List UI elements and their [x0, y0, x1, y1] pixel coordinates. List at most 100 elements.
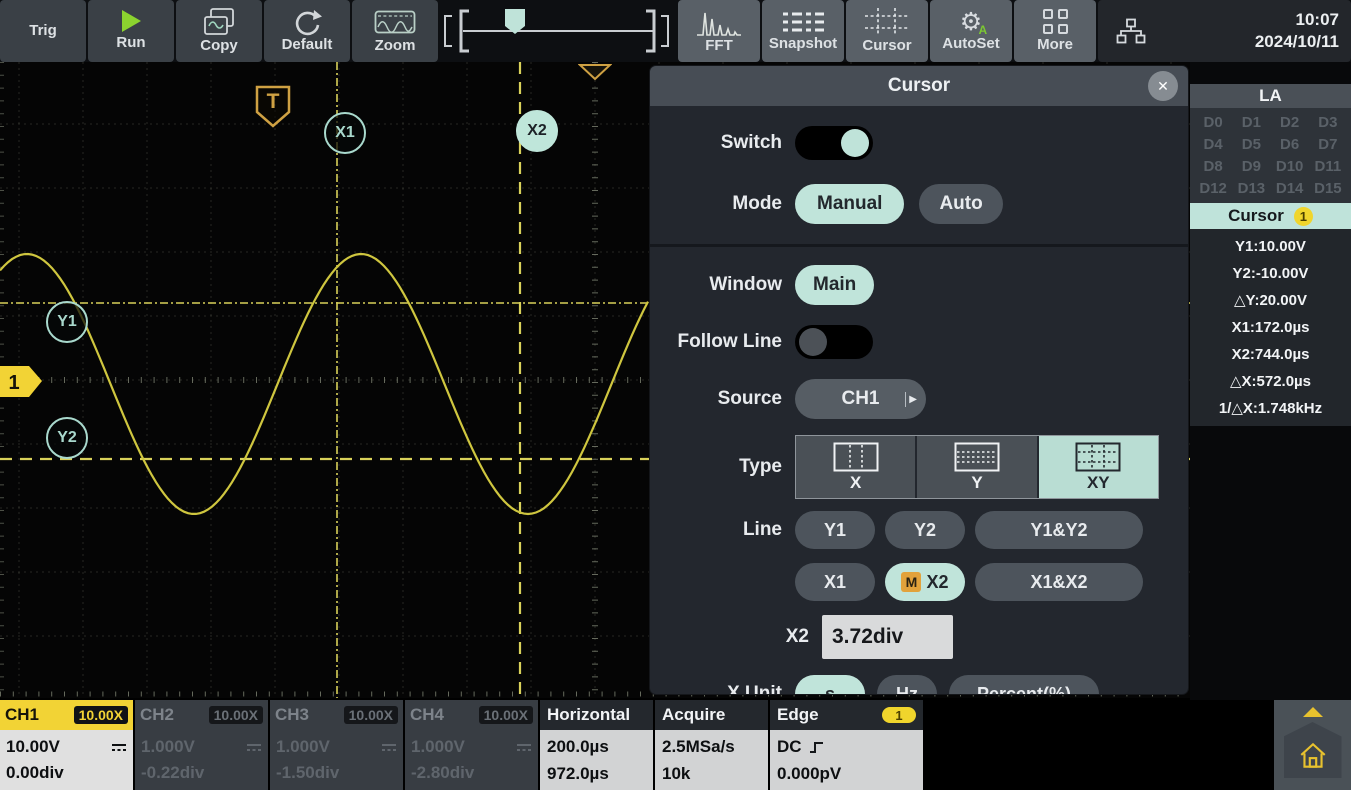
la-channel: D11 — [1309, 158, 1347, 175]
la-channel: D1 — [1232, 114, 1270, 131]
trigger-position-icon[interactable] — [578, 63, 612, 81]
channel-box-ch1[interactable]: CH1 10.00X 10.00V 0.00div — [0, 700, 133, 790]
la-channel: D5 — [1232, 136, 1270, 153]
probe-badge: 10.00X — [209, 706, 263, 724]
cursor-x2-label[interactable]: X2 — [516, 110, 558, 152]
line-x2-button[interactable]: M X2 — [885, 563, 965, 601]
trigger-marker[interactable]: T — [254, 84, 292, 130]
home-icon — [1297, 740, 1329, 772]
sample-rate-value: 2.5MSa/s — [662, 737, 761, 757]
dc-coupling-icon — [516, 742, 532, 753]
x2-value-input[interactable]: 3.72div — [822, 615, 953, 659]
window-main-button[interactable]: Main — [795, 265, 874, 305]
channel-box-ch3[interactable]: CH3 10.00X 1.000V -1.50div — [270, 700, 403, 790]
line-x1-button[interactable]: X1 — [795, 563, 875, 601]
run-button[interactable]: Run — [88, 0, 174, 62]
cursor-dialog: Cursor ✕ Switch Mode Manual Auto Window … — [650, 66, 1188, 694]
source-label: Source — [650, 388, 795, 410]
la-channel: D4 — [1194, 136, 1232, 153]
line-y1-button[interactable]: Y1 — [795, 511, 875, 549]
line-y2-button[interactable]: Y2 — [885, 511, 965, 549]
la-channel: D9 — [1232, 158, 1270, 175]
fft-button[interactable]: FFT — [678, 0, 760, 62]
cursor-button[interactable]: Cursor — [846, 0, 928, 62]
type-x-button[interactable]: X — [796, 436, 915, 498]
right-sidebar: LA D0 D1 D2 D3 D4 D5 D6 D7 D8 D9 D10 D11… — [1190, 62, 1351, 790]
horizontal-box[interactable]: Horizontal 200.0µs 972.0µs — [540, 700, 653, 790]
trigger-level-value: 0.000pV — [777, 764, 916, 784]
zoom-button[interactable]: Zoom — [352, 0, 438, 62]
snapshot-button[interactable]: Snapshot — [762, 0, 844, 62]
follow-line-toggle[interactable] — [795, 325, 873, 359]
la-channel: D6 — [1271, 136, 1309, 153]
channel-marker[interactable]: 1 — [0, 365, 44, 398]
expand-icon[interactable] — [1303, 707, 1323, 717]
la-channel: D12 — [1194, 180, 1232, 197]
probe-badge: 10.00X — [344, 706, 398, 724]
source-select[interactable]: CH1 ▶ — [795, 379, 926, 419]
line-y1y2-button[interactable]: Y1&Y2 — [975, 511, 1143, 549]
copy-button[interactable]: Copy — [176, 0, 262, 62]
channel-box-ch4[interactable]: CH4 10.00X 1.000V -2.80div — [405, 700, 538, 790]
trig-label: Trig — [29, 23, 57, 40]
la-channel: D15 — [1309, 180, 1347, 197]
cursor-value-freq: 1/△X:1.748kHz — [1190, 395, 1351, 422]
default-button[interactable]: Default — [264, 0, 350, 62]
probe-badge: 10.00X — [479, 706, 533, 724]
dialog-title: Cursor — [888, 75, 950, 97]
more-button[interactable]: More — [1014, 0, 1096, 62]
fft-icon — [696, 7, 742, 37]
rising-edge-icon — [808, 739, 826, 755]
home-button[interactable] — [1284, 722, 1342, 778]
dc-coupling-icon — [246, 742, 262, 753]
clock-date: 2024/10/11 — [1146, 31, 1339, 53]
xunit-s-button[interactable]: s — [795, 675, 865, 694]
cursor-y1-label[interactable]: Y1 — [46, 301, 88, 343]
la-panel-header[interactable]: LA — [1190, 84, 1351, 108]
trig-button[interactable]: Trig — [0, 0, 86, 62]
channel-name: CH1 — [5, 705, 39, 725]
cursor-icon — [864, 7, 910, 37]
dc-coupling-icon — [111, 742, 127, 753]
snapshot-icon — [780, 9, 826, 35]
mode-manual-button[interactable]: Manual — [795, 184, 904, 224]
channel-box-ch2[interactable]: CH2 10.00X 1.000V -0.22div — [135, 700, 268, 790]
line-label: Line — [650, 519, 795, 541]
cursor-x1-label[interactable]: X1 — [324, 112, 366, 154]
cursor-switch-toggle[interactable] — [795, 126, 873, 160]
channel-name: CH4 — [410, 705, 444, 725]
switch-label: Switch — [650, 132, 795, 154]
type-segmented-control: X Y XY — [795, 435, 1159, 499]
cursor-y2-label[interactable]: Y2 — [46, 417, 88, 459]
la-channel-grid: D0 D1 D2 D3 D4 D5 D6 D7 D8 D9 D10 D11 D1… — [1190, 108, 1351, 203]
xunit-hz-button[interactable]: Hz — [877, 675, 937, 694]
type-xy-button[interactable]: XY — [1037, 436, 1158, 498]
cursor-results-header[interactable]: Cursor 1 — [1190, 203, 1351, 229]
autoset-button[interactable]: ⚙A AutoSet — [930, 0, 1012, 62]
trigger-coupling-value: DC — [777, 737, 802, 757]
slider-graphic — [440, 0, 676, 62]
xunit-percent-button[interactable]: Percent(%) — [949, 675, 1099, 694]
multipurpose-knob-badge: M — [901, 572, 921, 592]
cursor-value-dx: △X:572.0µs — [1190, 368, 1351, 395]
svg-text:1: 1 — [8, 372, 19, 394]
cursor-value-x1: X1:172.0µs — [1190, 314, 1351, 341]
top-toolbar: Trig Run Copy Default Zoom — [0, 0, 1351, 62]
la-channel: D3 — [1309, 114, 1347, 131]
la-channel: D2 — [1271, 114, 1309, 131]
more-icon — [1043, 9, 1068, 34]
acquire-box[interactable]: Acquire 2.5MSa/s 10k — [655, 700, 768, 790]
cursor-results-panel: Y1:10.00V Y2:-10.00V △Y:20.00V X1:172.0µ… — [1190, 229, 1351, 426]
mode-auto-button[interactable]: Auto — [919, 184, 1002, 224]
zoom-icon — [374, 7, 416, 37]
source-value: CH1 — [841, 388, 879, 410]
horizontal-position-value: 972.0µs — [547, 764, 646, 784]
cursor-value-y2: Y2:-10.00V — [1190, 260, 1351, 287]
timebase-position-slider[interactable] — [440, 0, 676, 62]
type-label: Type — [650, 456, 795, 478]
type-y-button[interactable]: Y — [915, 436, 1036, 498]
trigger-box[interactable]: Edge 1 DC 0.000pV — [770, 700, 923, 790]
network-icon[interactable] — [1116, 18, 1146, 45]
line-x1x2-button[interactable]: X1&X2 — [975, 563, 1143, 601]
close-icon[interactable]: ✕ — [1148, 71, 1178, 101]
